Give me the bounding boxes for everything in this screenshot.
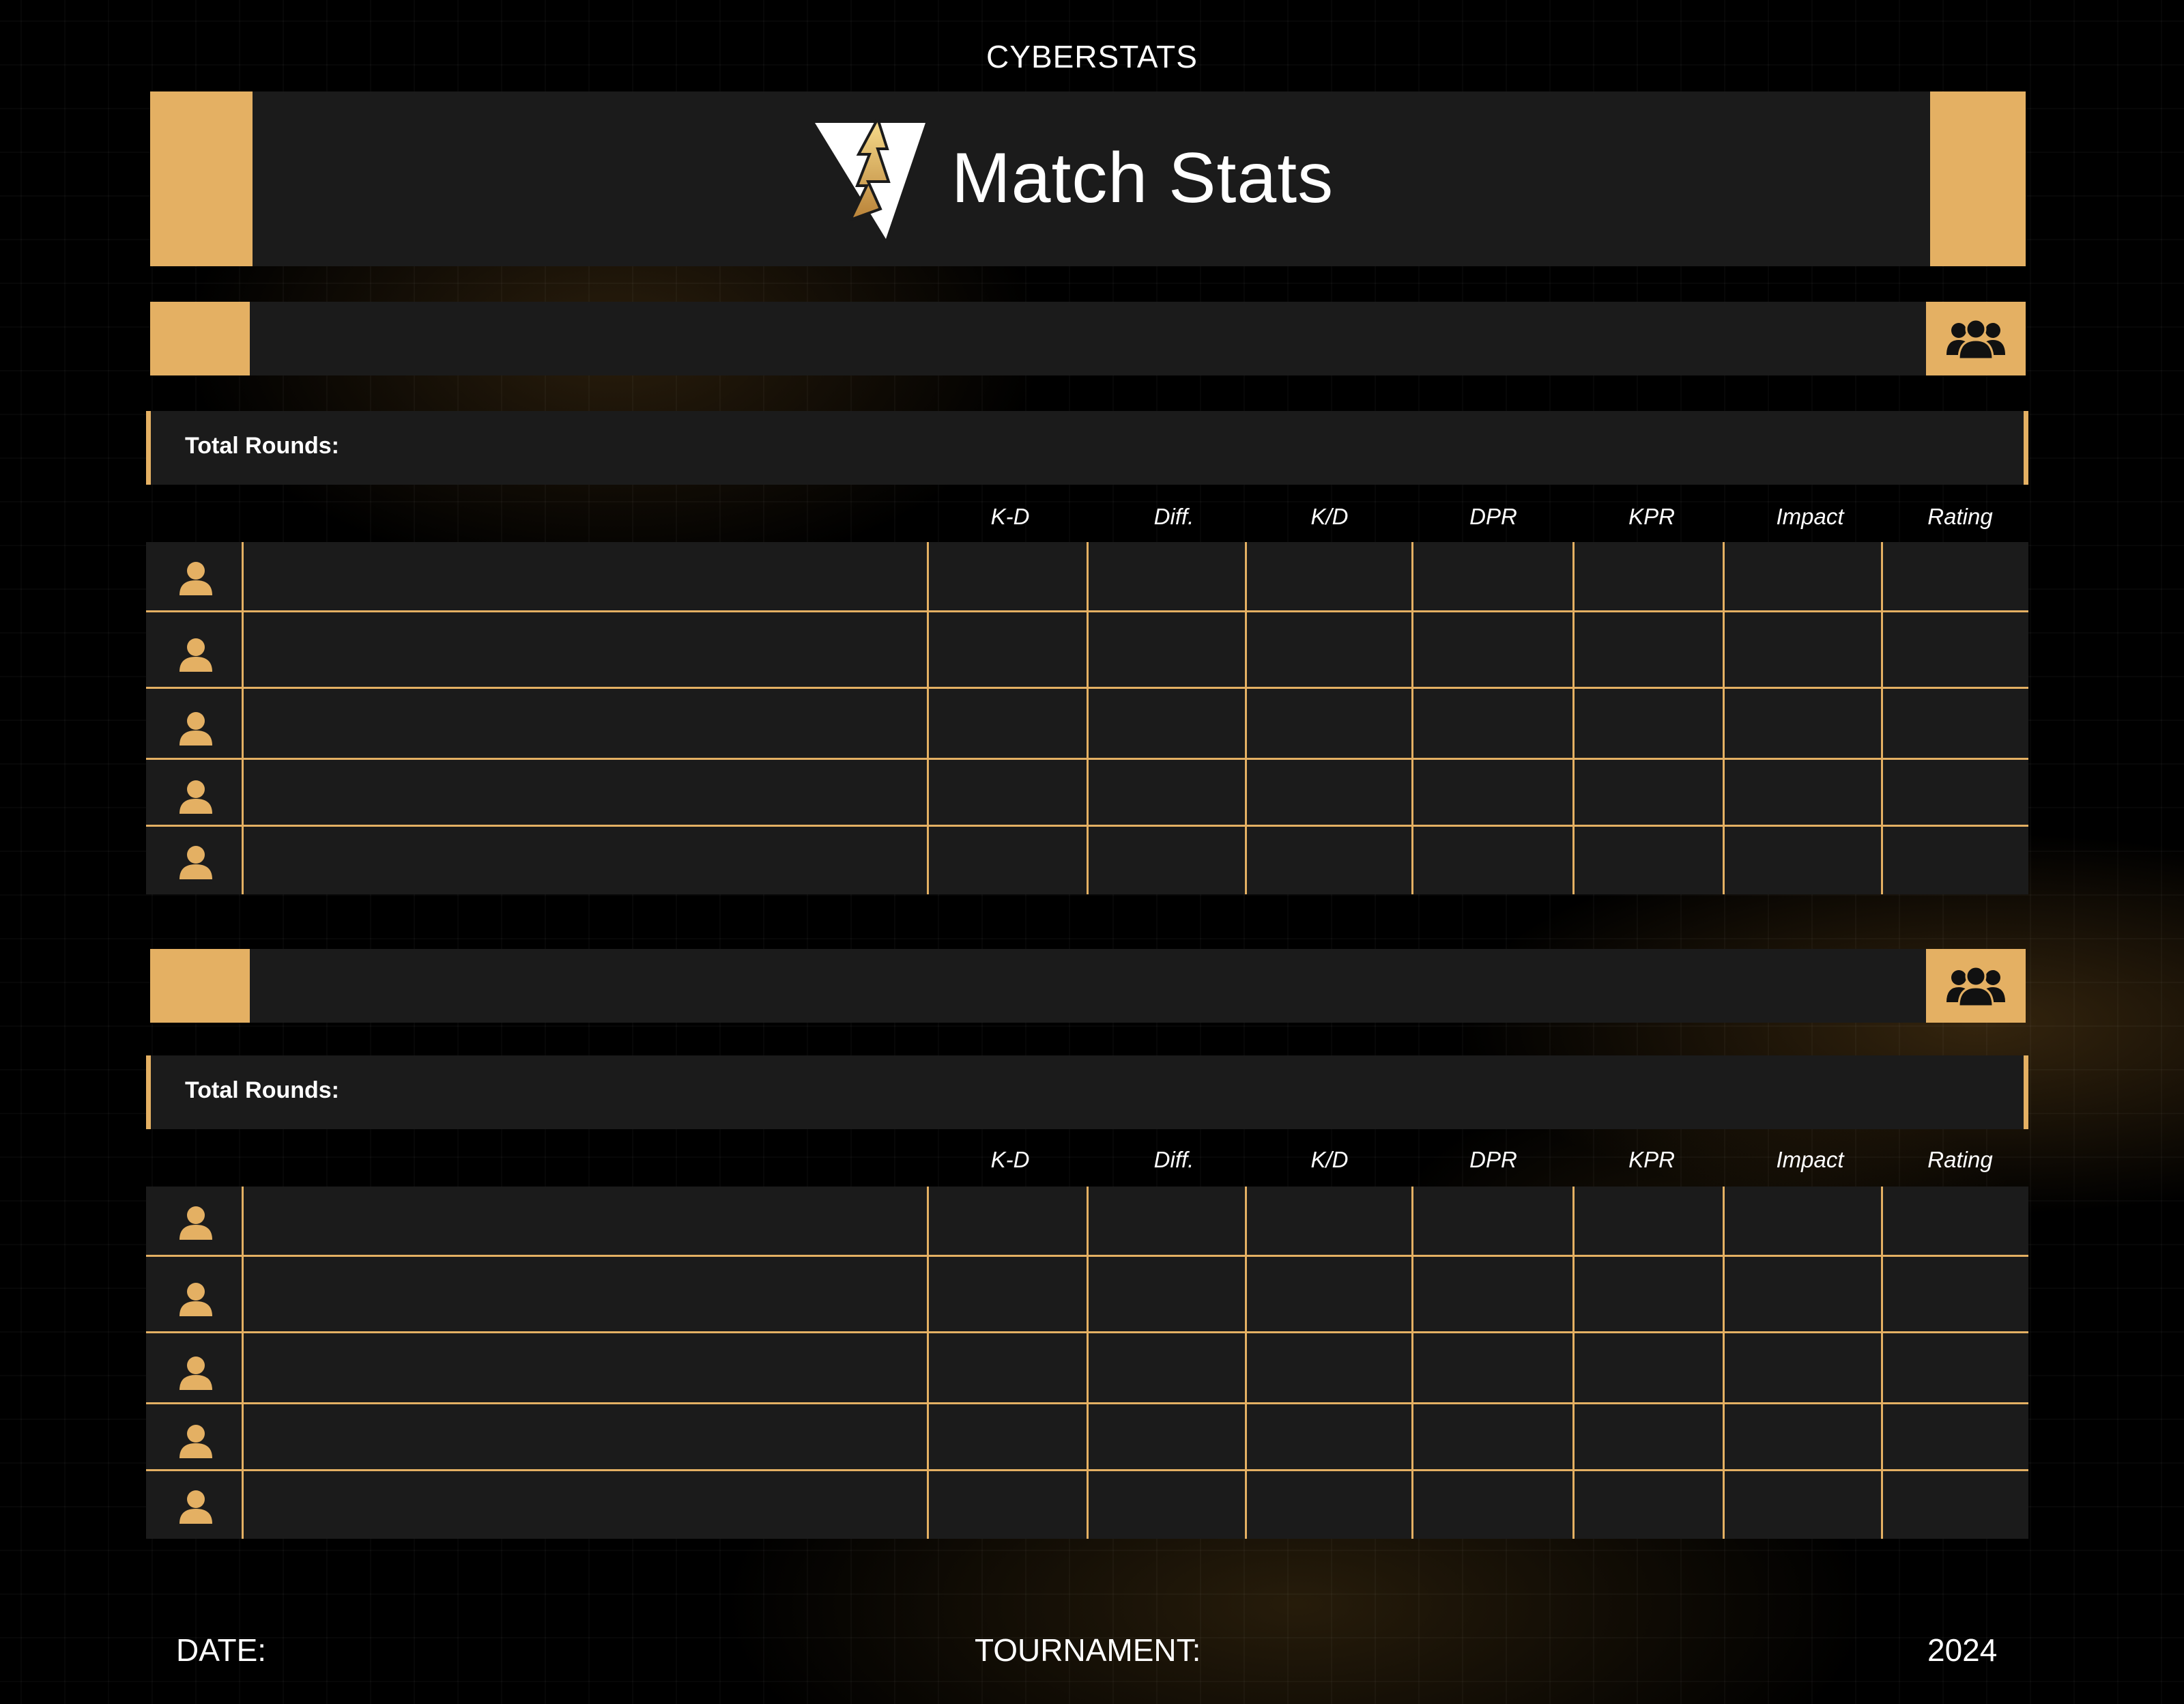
header-banner: Match Stats [150,91,2026,266]
team1-name-bar [150,302,2026,375]
player-avatar-icon [177,1204,214,1241]
table-row-divider [146,687,2028,689]
player-avatar-icon [177,1281,214,1318]
table-divider [1087,1187,1089,1539]
table-row-divider [146,758,2028,760]
total-rounds-label: Total Rounds: [185,1077,339,1103]
player-avatar-icon [177,1354,214,1391]
table-divider [927,1187,929,1539]
player-avatar-icon [177,636,214,673]
table-divider [1881,1187,1883,1539]
col-head-kd-ratio: K/D [1310,1147,1349,1172]
table-divider [1572,1187,1575,1539]
table-divider [242,1187,244,1539]
team2-stats-table [146,1187,2028,1539]
table-divider [1723,1187,1725,1539]
table-row-divider [146,1331,2028,1333]
banner-accent-right [1930,91,2026,266]
player-avatar-icon [177,844,214,881]
team1-stats-table [146,542,2028,894]
col-head-diff: Diff. [1153,1147,1194,1172]
col-head-kd-diff: K-D [990,504,1030,529]
table-row-divider [146,1255,2028,1257]
team-group-icon [1926,302,2026,375]
col-head-dpr: DPR [1469,1147,1517,1172]
table-divider [1245,542,1247,894]
table-divider [242,542,244,894]
table-divider [1723,542,1725,894]
total-rounds-label: Total Rounds: [185,433,339,459]
table-divider [1087,542,1089,894]
col-head-impact: Impact [1776,1147,1844,1172]
col-head-rating: Rating [1927,1147,1993,1172]
table-divider [1411,1187,1413,1539]
table-divider [1881,542,1883,894]
page-title: Match Stats [951,139,1334,218]
col-head-dpr: DPR [1469,504,1517,529]
date-label: DATE: [176,1632,267,1668]
team1-color-swatch [150,302,250,375]
banner-accent-left [150,91,253,266]
year-label: 2024 [1927,1632,1998,1668]
table-row-divider [146,1402,2028,1404]
player-avatar-icon [177,710,214,747]
table-row-divider [146,825,2028,827]
brand-title: CYBERSTATS [986,39,1198,74]
player-avatar-icon [177,560,214,597]
col-head-kd-ratio: K/D [1310,504,1349,529]
table-row-divider [146,610,2028,612]
player-avatar-icon [177,778,214,815]
col-head-diff: Diff. [1153,504,1194,529]
team2-color-swatch [150,949,250,1023]
table-row-divider [146,1469,2028,1471]
team2-total-rounds-bar: Total Rounds: [146,1055,2028,1129]
player-avatar-icon [177,1423,214,1460]
lightning-triangle-icon [812,115,928,242]
col-head-rating: Rating [1927,504,1993,529]
table-divider [1411,542,1413,894]
team-group-icon [1926,949,2026,1023]
team1-total-rounds-bar: Total Rounds: [146,411,2028,485]
table-divider [1245,1187,1247,1539]
col-head-kpr: KPR [1628,1147,1675,1172]
col-head-impact: Impact [1776,504,1844,529]
table-divider [927,542,929,894]
col-head-kpr: KPR [1628,504,1675,529]
tournament-label: TOURNAMENT: [975,1632,1201,1668]
player-avatar-icon [177,1488,214,1525]
col-head-kd-diff: K-D [990,1147,1030,1172]
team2-name-bar [150,949,2026,1023]
table-divider [1572,542,1575,894]
